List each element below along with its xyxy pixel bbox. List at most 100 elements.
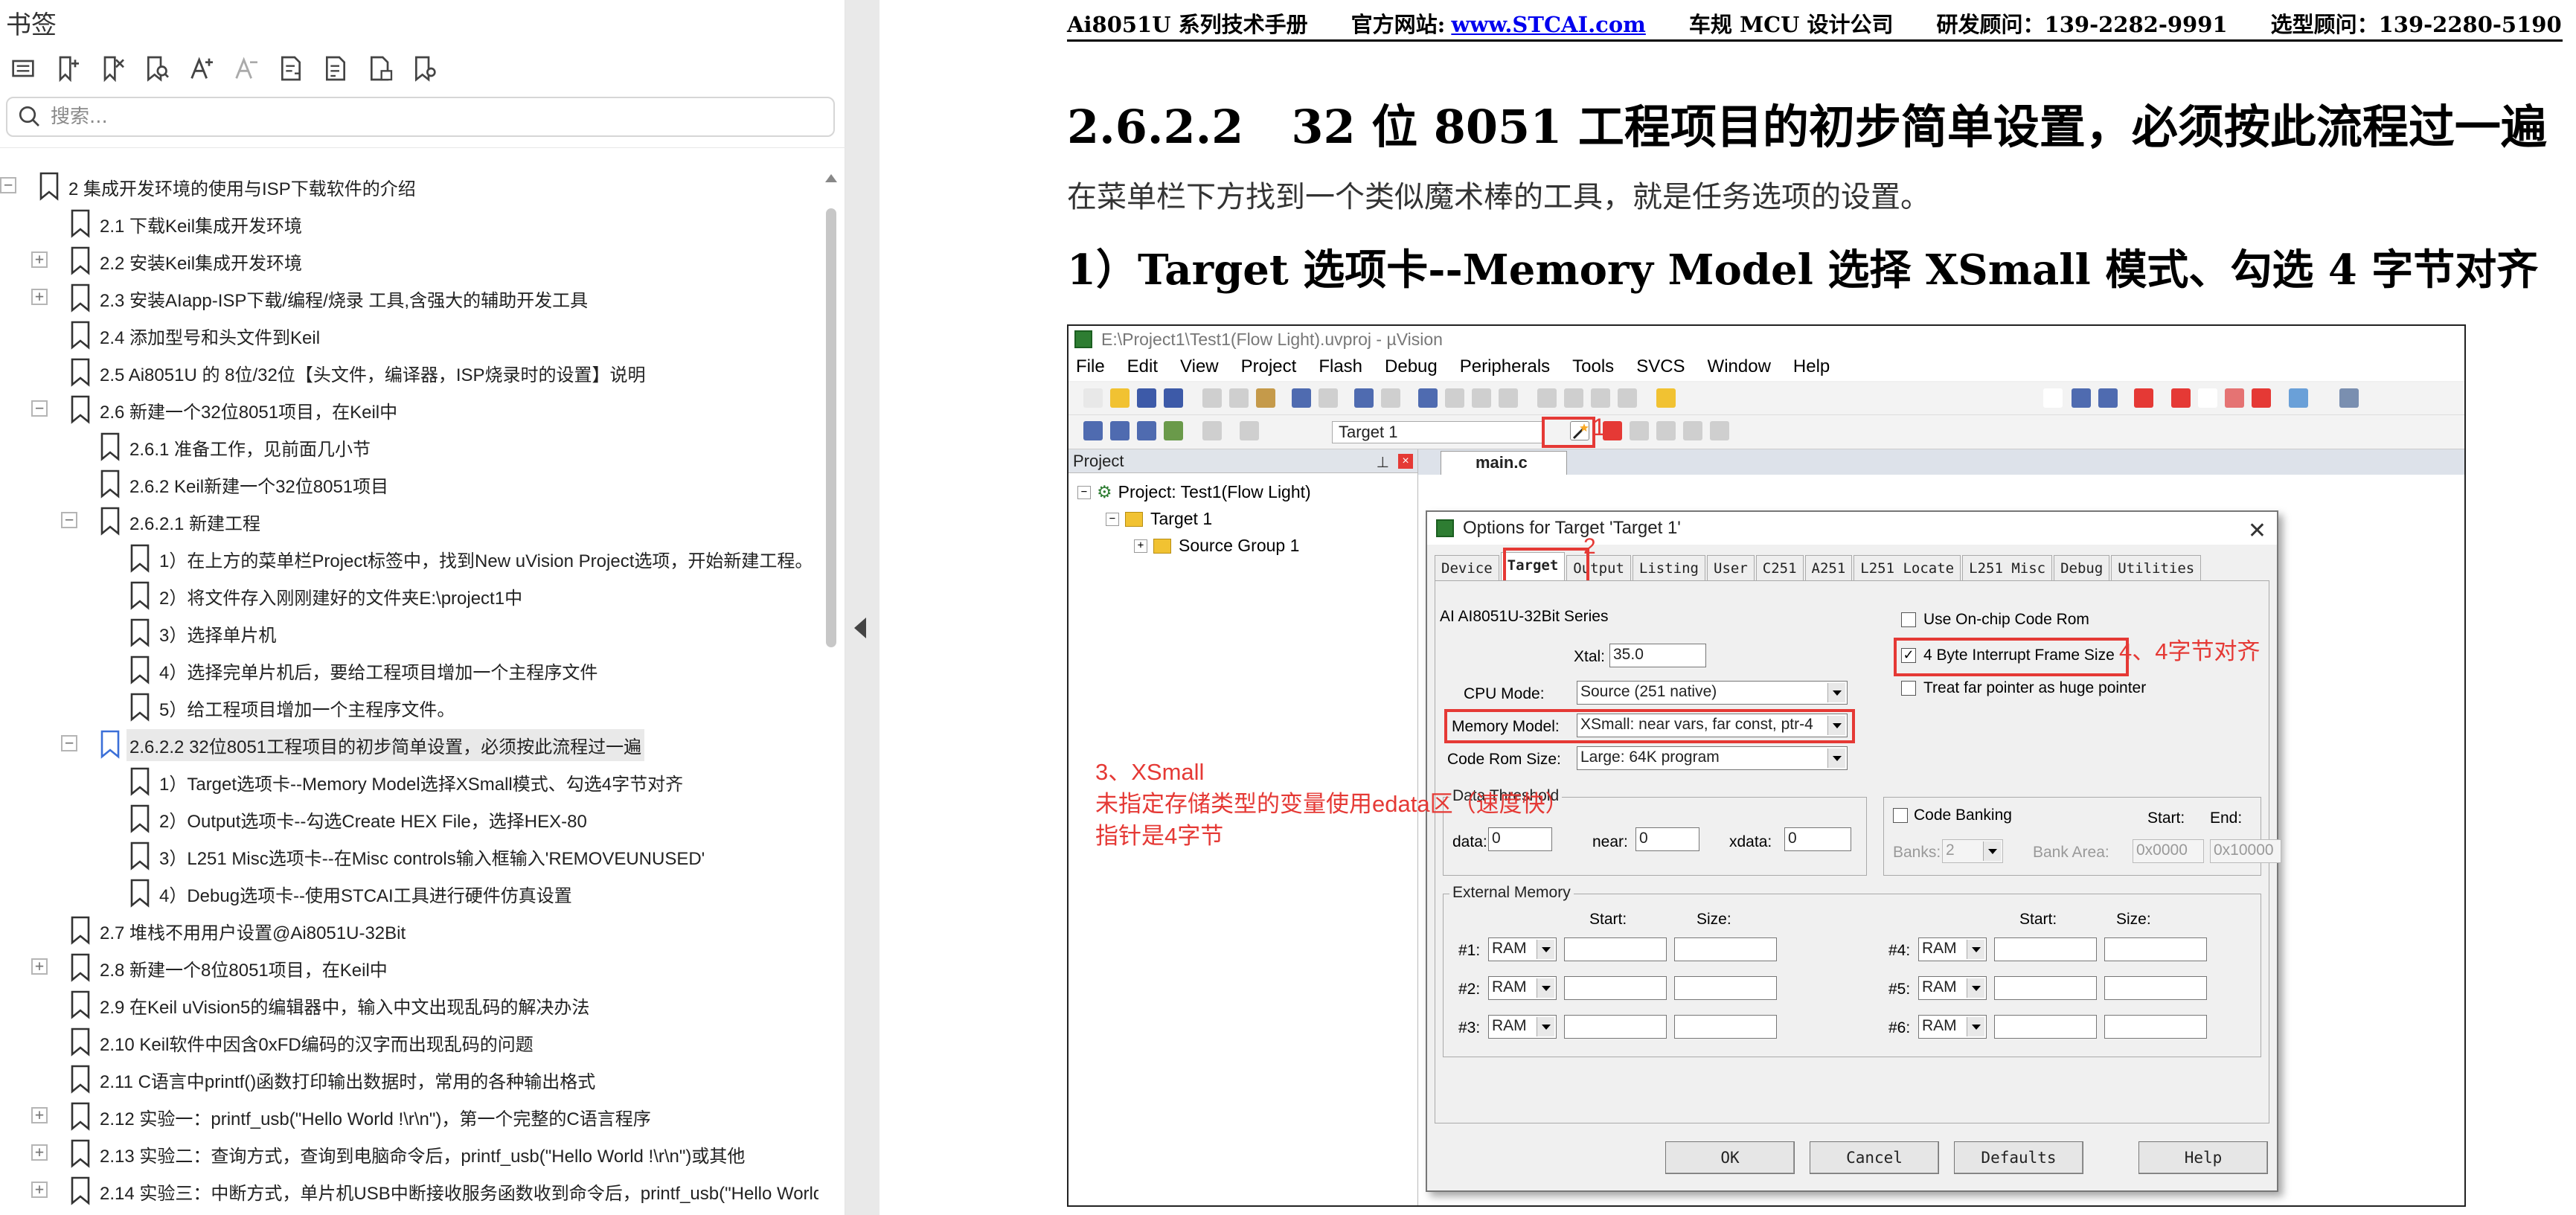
expand-icon[interactable]: + (31, 958, 48, 975)
combo-dropdown-icon[interactable] (2043, 388, 2063, 408)
comment-icon[interactable] (1591, 388, 1610, 408)
menu-item[interactable]: File (1076, 356, 1105, 377)
translate-icon[interactable] (1083, 421, 1103, 440)
cut-icon[interactable] (1202, 388, 1222, 408)
manage-components-icon[interactable] (1603, 421, 1622, 440)
ext-mem-type-select[interactable]: RAM (1488, 976, 1557, 1000)
prev-bookmark-icon[interactable] (1445, 388, 1464, 408)
save-all-icon[interactable] (1164, 388, 1183, 408)
ext-mem-start-input[interactable] (1564, 937, 1667, 961)
collapse-icon[interactable]: − (1106, 512, 1119, 526)
ext-mem-size-input[interactable] (1674, 937, 1777, 961)
bookmark-search-box[interactable] (6, 97, 835, 137)
font-larger-icon[interactable] (185, 51, 219, 86)
save-icon[interactable] (1137, 388, 1156, 408)
bookmark-item[interactable]: +2.8 新建一个8位8051项目，在Keil中 (0, 948, 818, 985)
bookmark-item[interactable]: − 2.6.2.1 新建工程 (0, 501, 818, 539)
tab-user[interactable]: User (1707, 555, 1755, 580)
disable-breakpoint-icon[interactable] (2225, 388, 2244, 408)
outdent-icon[interactable] (1564, 388, 1583, 408)
scroll-up-arrow[interactable] (825, 174, 837, 182)
back-icon[interactable] (1354, 388, 1374, 408)
data-input[interactable]: 0 (1488, 827, 1552, 851)
pack-installer-icon[interactable] (1656, 421, 1676, 440)
bookmark-item[interactable]: 4）Debug选项卡--使用STCAI工具进行硬件仿真设置 (0, 873, 818, 911)
start-debug-icon[interactable] (2134, 388, 2153, 408)
bookmark-item[interactable]: 2.7 堆栈不用用户设置@Ai8051U-32Bit (0, 911, 818, 948)
chevron-down-icon[interactable] (1967, 978, 1984, 998)
target-select[interactable]: Target 1 (1332, 421, 1545, 443)
sidebar-scrollbar[interactable] (823, 173, 839, 1215)
config-icon[interactable] (2339, 388, 2359, 408)
clear-breakpoints-icon[interactable] (2252, 388, 2271, 408)
bookmark-item[interactable]: 2.10 Keil软件中因含0xFD编码的汉字而出现乱码的问题 (0, 1022, 818, 1059)
debug-tool-icon[interactable] (2098, 388, 2118, 408)
bookmark-item[interactable]: 3）选择单片机 (0, 613, 818, 650)
download-icon[interactable] (1240, 421, 1259, 440)
expand-icon[interactable]: + (31, 251, 48, 268)
collapse-icon[interactable]: − (61, 735, 77, 751)
bookmark-item[interactable]: 3）L251 Misc选项卡--在Misc controls输入框输入'REMO… (0, 836, 818, 873)
bookmark-search-input[interactable] (51, 106, 795, 128)
far-pointer-checkbox[interactable] (1901, 681, 1916, 696)
menu-item[interactable]: Peripherals (1460, 356, 1550, 377)
bookmark-item[interactable]: 2）Output选项卡--勾选Create HEX File，选择HEX-80 (0, 799, 818, 836)
bookmark-search-icon[interactable] (140, 51, 174, 86)
expand-all-icon[interactable] (6, 51, 40, 86)
expand-icon[interactable]: + (31, 289, 48, 305)
ext-mem-type-select[interactable]: RAM (1488, 1015, 1557, 1039)
ext-mem-start-input[interactable] (1564, 1015, 1667, 1039)
bookmark-item[interactable]: +2.2 安装Keil集成开发环境 (0, 241, 818, 278)
website-link[interactable]: www.STCAI.com (1451, 12, 1646, 37)
editor-tab-main-c[interactable]: main.c (1441, 451, 1567, 475)
help-button[interactable]: Help (2138, 1141, 2268, 1174)
ext-mem-start-input[interactable] (1994, 937, 2097, 961)
expand-icon[interactable]: + (31, 1144, 48, 1161)
ext-mem-start-input[interactable] (1994, 976, 2097, 1000)
menu-item[interactable]: Window (1708, 356, 1771, 377)
bookmark-item[interactable]: 4）选择完单片机后，要给工程项目增加一个主程序文件 (0, 650, 818, 687)
bookmark-item[interactable]: 2）将文件存入刚刚建好的文件夹E:\project1中 (0, 576, 818, 613)
target-node[interactable]: − Target 1 (1106, 509, 1212, 529)
page-icon[interactable] (363, 51, 397, 86)
ext-mem-size-input[interactable] (1674, 1015, 1777, 1039)
chevron-down-icon[interactable] (1827, 683, 1845, 702)
ext-mem-type-select[interactable]: RAM (1918, 976, 1987, 1000)
menu-item[interactable]: View (1180, 356, 1219, 377)
manage-rte-icon[interactable] (1710, 421, 1729, 440)
tab-listing[interactable]: Listing (1632, 555, 1705, 580)
ext-mem-type-select[interactable]: RAM (1918, 1015, 1987, 1039)
expand-icon[interactable]: + (31, 1107, 48, 1123)
source-group-node[interactable]: + Source Group 1 (1134, 536, 1299, 556)
tab-device[interactable]: Device (1435, 555, 1499, 580)
bookmark-item[interactable]: 2.5 Ai8051U 的 8位/32位【头文件，编译器，ISP烧录时的设置】说… (0, 353, 818, 390)
ext-mem-size-input[interactable] (2104, 1015, 2207, 1039)
collapse-icon[interactable]: − (0, 177, 16, 193)
menu-item[interactable]: Edit (1127, 356, 1158, 377)
indent-icon[interactable] (1537, 388, 1557, 408)
kill-breakpoint-icon[interactable] (2198, 388, 2217, 408)
tab-utilities[interactable]: Utilities (2111, 555, 2202, 580)
next-bookmark-icon[interactable] (1472, 388, 1491, 408)
ext-mem-start-input[interactable] (1564, 976, 1667, 1000)
add-bookmark-icon[interactable] (51, 51, 85, 86)
bookmark-item[interactable]: 2.4 添加型号和头文件到Keil (0, 315, 818, 353)
breakpoint-icon[interactable] (2171, 388, 2191, 408)
chevron-down-icon[interactable] (1967, 940, 1984, 959)
use-onchip-checkbox[interactable] (1901, 612, 1916, 627)
redo-icon[interactable] (1319, 388, 1338, 408)
close-icon[interactable]: ✕ (2248, 515, 2266, 548)
bookmark-item[interactable]: 2.11 C语言中printf()函数打印输出数据时，常用的各种输出格式 (0, 1059, 818, 1097)
ext-mem-size-input[interactable] (2104, 976, 2207, 1000)
collapse-icon[interactable]: − (1077, 485, 1091, 499)
find-icon[interactable] (2072, 388, 2091, 408)
bookmark-item[interactable]: 2.6.1 准备工作，见前面几小节 (0, 427, 818, 464)
pin-icon[interactable]: ⊥ (1377, 451, 1389, 475)
bookmark-item[interactable]: 2.1 下载Keil集成开发环境 (0, 204, 818, 241)
chevron-down-icon[interactable] (1983, 841, 2001, 861)
stop-build-icon[interactable] (1202, 421, 1222, 440)
tab-l251-misc[interactable]: L251 Misc (1962, 555, 2053, 580)
project-root-node[interactable]: − ⚙ Project: Test1(Flow Light) (1077, 482, 1311, 502)
ext-mem-size-input[interactable] (1674, 976, 1777, 1000)
collapse-icon[interactable]: − (31, 400, 48, 417)
